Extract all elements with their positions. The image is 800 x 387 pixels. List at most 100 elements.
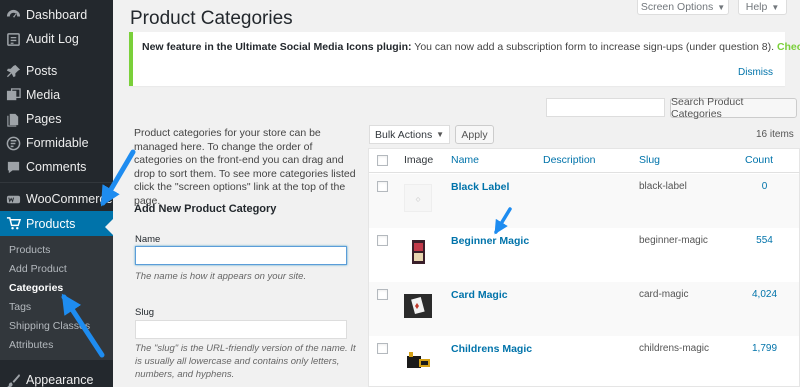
- category-name-link[interactable]: Card Magic: [451, 289, 508, 301]
- name-description: The name is how it appears on your site.: [135, 271, 307, 282]
- caret-down-icon: ▼: [771, 2, 780, 12]
- category-slug: card-magic: [639, 289, 689, 300]
- admin-sidebar: Dashboard Audit Log Posts Media Pages Fo…: [0, 0, 113, 387]
- page-title: Product Categories: [130, 8, 293, 29]
- menu-comments[interactable]: Comments: [0, 155, 113, 179]
- help-button[interactable]: Help ▼: [738, 0, 787, 15]
- menu-label: Products: [26, 216, 76, 231]
- apply-button[interactable]: Apply: [455, 125, 494, 144]
- submenu-attributes[interactable]: Attributes: [9, 339, 53, 351]
- svg-text:◇: ◇: [416, 197, 421, 203]
- table-row: Childrens Magic childrens-magic 1,799: [369, 336, 799, 387]
- help-label: Help: [745, 1, 768, 13]
- row-checkbox[interactable]: [377, 343, 388, 354]
- search-input[interactable]: [546, 98, 665, 117]
- notice-text: You can now add a subscription form to i…: [411, 41, 777, 53]
- product-thumbnail: [404, 292, 432, 320]
- current-menu-arrow: [105, 219, 113, 235]
- slug-field[interactable]: [135, 320, 347, 339]
- menu-label: WooCommerce: [26, 192, 113, 206]
- menu-label: Appearance: [26, 373, 94, 387]
- dismiss-link[interactable]: Dismiss: [738, 67, 773, 78]
- submenu-products[interactable]: Products: [9, 244, 50, 256]
- category-name-link[interactable]: Beginner Magic: [451, 235, 529, 247]
- comment-icon: [0, 160, 26, 175]
- category-count-link[interactable]: 554: [742, 235, 787, 246]
- screen-options-button[interactable]: Screen Options ▼: [637, 0, 729, 15]
- category-slug: childrens-magic: [639, 343, 710, 354]
- menu-label: Posts: [26, 64, 58, 78]
- menu-products[interactable]: Products: [0, 211, 113, 236]
- menu-label: Dashboard: [26, 8, 88, 22]
- slug-description: The "slug" is the URL-friendly version o…: [135, 343, 356, 380]
- search-categories-button[interactable]: Search Product Categories: [670, 96, 797, 120]
- woocommerce-icon: [0, 192, 26, 207]
- column-count[interactable]: Count: [745, 154, 773, 166]
- column-image: Image: [404, 154, 434, 166]
- menu-pages[interactable]: Pages: [0, 107, 113, 131]
- categories-table: Image Name Description Slug Count ◇ Blac…: [368, 148, 800, 387]
- row-checkbox[interactable]: [377, 235, 388, 246]
- column-name[interactable]: Name: [451, 154, 479, 166]
- bulk-actions-label: Bulk Actions: [375, 128, 433, 141]
- audit-log-icon: [0, 32, 26, 47]
- screen-options-label: Screen Options: [640, 1, 714, 13]
- pin-icon: [0, 64, 26, 79]
- name-label: Name: [135, 234, 161, 245]
- submenu-categories[interactable]: Categories: [9, 282, 63, 294]
- notice-bold: New feature in the Ultimate Social Media…: [142, 41, 412, 53]
- row-checkbox[interactable]: [377, 181, 388, 192]
- category-count-link[interactable]: 0: [742, 181, 787, 192]
- table-row: Card Magic card-magic 4,024: [369, 282, 799, 336]
- menu-dashboard[interactable]: Dashboard: [0, 3, 113, 27]
- menu-posts[interactable]: Posts: [0, 59, 113, 83]
- menu-audit-log[interactable]: Audit Log: [0, 27, 113, 51]
- name-field[interactable]: [135, 246, 347, 265]
- dashboard-icon: [0, 8, 26, 23]
- table-header: Image Name Description Slug Count: [369, 149, 800, 173]
- menu-label: Comments: [26, 160, 87, 174]
- category-slug: beginner-magic: [639, 235, 708, 246]
- products-submenu: Products Add Product Categories Tags Shi…: [0, 236, 113, 360]
- plugin-notice: New feature in the Ultimate Social Media…: [129, 32, 800, 86]
- column-slug[interactable]: Slug: [639, 154, 660, 166]
- menu-label: Pages: [26, 112, 62, 126]
- main-content: Screen Options ▼ Help ▼ Product Categori…: [113, 0, 800, 387]
- menu-media[interactable]: Media: [0, 83, 113, 107]
- slug-label: Slug: [135, 307, 155, 318]
- intro-text: Product categories for your store can be…: [134, 127, 356, 207]
- menu-separator: [0, 182, 113, 183]
- menu-label: Formidable: [26, 136, 89, 150]
- bulk-actions-select[interactable]: Bulk Actions ▼: [369, 125, 450, 144]
- add-category-heading: Add New Product Category: [134, 203, 277, 215]
- table-row: Beginner Magic beginner-magic 554: [369, 228, 799, 282]
- brush-icon: [0, 373, 26, 387]
- submenu-tags[interactable]: Tags: [9, 301, 31, 313]
- select-all-checkbox[interactable]: [377, 155, 388, 166]
- menu-woocommerce[interactable]: WooCommerce: [0, 187, 113, 211]
- placeholder-thumbnail: ◇: [404, 184, 432, 212]
- pages-icon: [0, 112, 26, 127]
- product-thumbnail: [404, 238, 432, 266]
- row-checkbox[interactable]: [377, 289, 388, 300]
- check-it-out-link[interactable]: Check it out: [777, 41, 800, 53]
- chevron-down-icon: ▼: [436, 130, 444, 139]
- product-thumbnail: [404, 346, 432, 374]
- category-slug: black-label: [639, 181, 687, 192]
- column-description[interactable]: Description: [543, 154, 596, 166]
- submenu-add-product[interactable]: Add Product: [9, 263, 67, 275]
- category-count-link[interactable]: 1,799: [742, 343, 787, 354]
- category-name-link[interactable]: Black Label: [451, 181, 509, 193]
- formidable-icon: [0, 136, 26, 151]
- media-icon: [0, 87, 26, 103]
- cart-icon: [0, 216, 26, 231]
- menu-label: Audit Log: [26, 32, 79, 46]
- menu-appearance[interactable]: Appearance: [0, 368, 113, 387]
- table-row: ◇ Black Label black-label 0: [369, 174, 799, 228]
- submenu-shipping-classes[interactable]: Shipping Classes: [9, 320, 90, 332]
- menu-formidable[interactable]: Formidable: [0, 131, 113, 155]
- caret-down-icon: ▼: [717, 2, 726, 12]
- category-name-link[interactable]: Childrens Magic: [451, 343, 532, 355]
- category-count-link[interactable]: 4,024: [742, 289, 787, 300]
- menu-label: Media: [26, 88, 61, 102]
